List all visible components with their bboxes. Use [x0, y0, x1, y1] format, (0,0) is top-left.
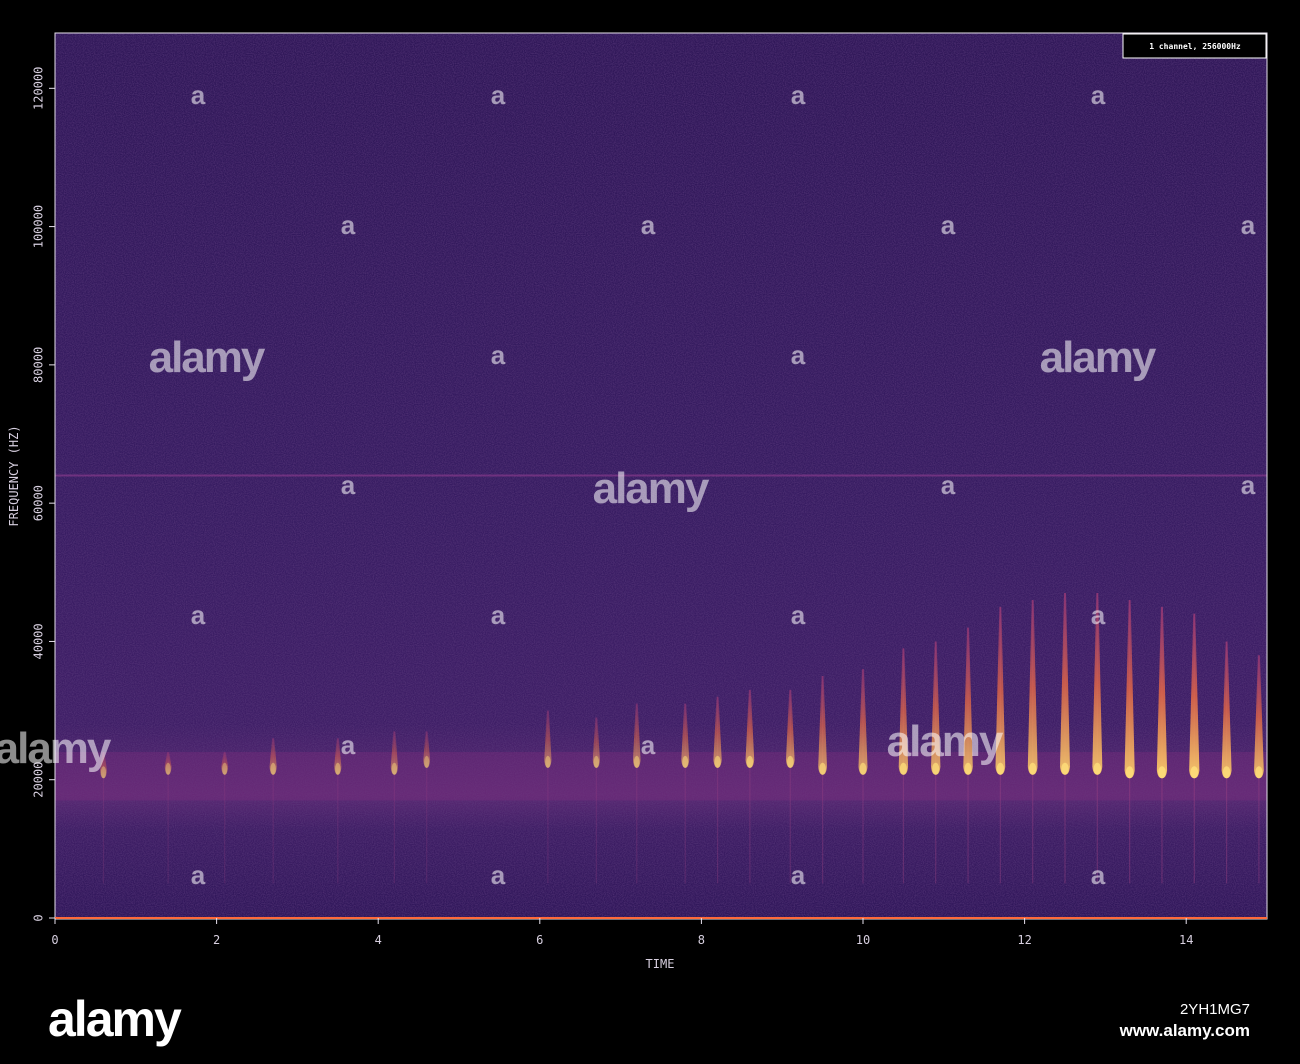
watermark-mark: a	[791, 80, 806, 110]
x-tick-label: 10	[856, 933, 870, 947]
x-tick-label: 4	[375, 933, 382, 947]
call-tip	[1061, 762, 1069, 775]
y-tick-label: 120000	[32, 67, 46, 110]
watermark-mark: a	[791, 340, 806, 370]
watermark-logo: alamy	[149, 333, 266, 382]
call-tip	[1255, 766, 1263, 779]
watermark-mark: a	[1091, 860, 1106, 890]
watermark-mark: a	[791, 600, 806, 630]
watermark-mark: a	[491, 860, 506, 890]
call-tip	[633, 755, 640, 768]
call-tip	[1158, 766, 1166, 779]
watermark-mark: a	[641, 210, 656, 240]
watermark-mark: a	[191, 80, 206, 110]
watermark-mark: a	[191, 860, 206, 890]
call-tip	[1222, 766, 1231, 779]
watermark-mark: a	[941, 470, 956, 500]
call-tip	[391, 762, 398, 775]
y-tick-label: 100000	[32, 205, 46, 248]
watermark-mark: a	[341, 210, 356, 240]
watermark-mark: a	[941, 210, 956, 240]
footer-id-block: 2YH1MG7 www.alamy.com	[1120, 999, 1250, 1041]
call-tip	[222, 762, 228, 775]
x-axis-title: TIME	[646, 957, 675, 971]
x-tick-label: 0	[51, 933, 58, 947]
call-tip	[682, 755, 689, 768]
watermark-mark: a	[1241, 470, 1256, 500]
watermark-mark: a	[1091, 80, 1106, 110]
watermark-logo: alamy	[593, 464, 710, 513]
watermark-mark: a	[1241, 210, 1256, 240]
y-tick-label: 80000	[32, 347, 46, 383]
watermark-mark: a	[191, 600, 206, 630]
call-tip	[819, 762, 826, 775]
image-id: 2YH1MG7	[1179, 1001, 1250, 1018]
footer-logo: alamy	[48, 991, 182, 1047]
x-tick-label: 8	[698, 933, 705, 947]
watermark-mark: a	[1091, 600, 1106, 630]
watermark-mark: a	[791, 860, 806, 890]
watermark-logo: alamy	[0, 724, 112, 773]
watermark-mark: a	[491, 340, 506, 370]
watermark-mark: a	[491, 600, 506, 630]
x-tick-label: 12	[1017, 933, 1031, 947]
call-tip	[859, 762, 867, 775]
watermark-mark: a	[641, 730, 656, 760]
base-band	[55, 752, 1267, 801]
call-tip	[335, 762, 341, 775]
legend-text: 1 channel, 256000Hz	[1149, 42, 1241, 51]
watermark-mark: a	[341, 730, 356, 760]
call-tip	[545, 755, 551, 768]
call-tip	[714, 755, 721, 768]
call-tip	[1190, 766, 1199, 779]
y-tick-label: 60000	[32, 485, 46, 521]
call-tip	[593, 755, 600, 768]
x-tick-label: 14	[1179, 933, 1193, 947]
call-tip	[165, 762, 171, 775]
x-tick-label: 6	[536, 933, 543, 947]
watermark-logo: alamy	[887, 717, 1004, 766]
call-tip	[270, 762, 276, 775]
watermark-mark: a	[491, 80, 506, 110]
call-tip	[746, 755, 754, 768]
call-tip	[1029, 762, 1037, 775]
watermark-logo: alamy	[1040, 333, 1157, 382]
call-tip	[424, 755, 430, 768]
call-tip	[1093, 762, 1102, 775]
y-axis-title: FREQUENCY (HZ)	[7, 425, 21, 526]
call-tip	[1125, 766, 1134, 779]
site-url: www.alamy.com	[1119, 1021, 1250, 1040]
x-tick-label: 2	[213, 933, 220, 947]
y-tick-label: 0	[32, 914, 46, 921]
call-tip	[787, 755, 794, 768]
spectrogram-chart: 0 2 4 6 8 10 12 14 0200004000060000800001000001…	[0, 32, 1268, 971]
y-tick-label: 40000	[32, 623, 46, 659]
watermark-mark: a	[341, 470, 356, 500]
